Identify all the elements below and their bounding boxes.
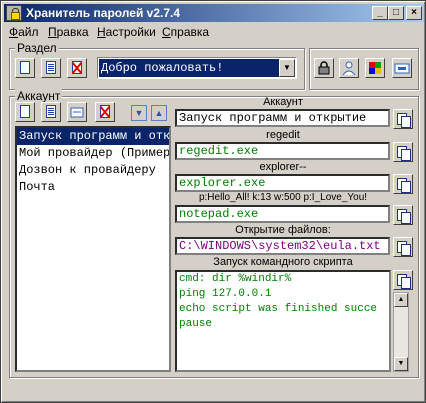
section-selected-value: Добро пожаловать! — [99, 59, 279, 77]
list-item[interactable]: Мой провайдер (Пример) — [17, 145, 169, 162]
menu-settings[interactable]: Настройки — [97, 25, 156, 39]
script-line: cmd: dir %windir% — [179, 273, 292, 285]
menu-edit[interactable]: Правка — [48, 25, 89, 39]
arrow-up-icon: ▲ — [154, 108, 164, 118]
scroll-up-icon[interactable]: ▲ — [394, 293, 408, 307]
lock-icon — [318, 61, 330, 75]
window-title: Хранитель паролей v2.7.4 — [26, 6, 181, 20]
new-document-icon — [20, 105, 30, 118]
section-select[interactable]: Добро пожаловать! ▼ — [97, 57, 297, 79]
copy-field-1-button[interactable] — [393, 142, 413, 162]
list-item[interactable]: Запуск программ и откр — [17, 128, 169, 145]
title-bar[interactable]: Хранитель паролей v2.7.4 _ □ × — [4, 4, 424, 22]
app-lock-icon — [6, 5, 22, 21]
field-value-1[interactable]: regedit.exe — [175, 142, 390, 160]
details-header: Аккаунт — [263, 96, 303, 108]
user-button[interactable] — [339, 58, 359, 78]
settings-button[interactable] — [392, 58, 412, 78]
new-account-button[interactable] — [15, 102, 35, 122]
script-line: echo script was finished succe — [179, 303, 378, 315]
list-item[interactable]: Дозвон к провайдеру — [17, 162, 169, 179]
move-up-button[interactable]: ▲ — [151, 105, 167, 121]
delete-account-button[interactable] — [95, 102, 115, 122]
account-list[interactable]: Запуск программ и откр Мой провайдер (Пр… — [15, 126, 171, 372]
lock-button[interactable] — [314, 58, 334, 78]
copy-field-4-button[interactable] — [393, 237, 413, 257]
new-section-button[interactable] — [15, 58, 35, 78]
copy-field-2-button[interactable] — [393, 174, 413, 194]
delete-document-icon — [100, 105, 110, 118]
chevron-down-icon[interactable]: ▼ — [279, 59, 295, 77]
field-label-4: Открытие файлов: — [235, 224, 331, 236]
menu-bar: Файл Правка Настройки Справка — [4, 23, 424, 41]
account-name-field[interactable]: Запуск программ и открытие — [175, 109, 390, 127]
folder-icon — [70, 107, 84, 118]
field-label-3: p:Hello_All! k:13 w:500 p:I_Love_You! — [198, 192, 368, 203]
delete-section-button[interactable] — [67, 58, 87, 78]
move-down-button[interactable]: ▼ — [131, 105, 147, 121]
field-label-1: regedit — [266, 129, 300, 141]
script-line: ping 127.0.0.1 — [179, 288, 272, 300]
user-icon — [342, 61, 356, 76]
scroll-down-icon[interactable]: ▼ — [394, 357, 408, 371]
arrow-down-icon: ▼ — [134, 108, 144, 118]
menu-help[interactable]: Справка — [162, 25, 209, 39]
copy-script-button[interactable] — [393, 270, 413, 290]
close-button[interactable]: × — [406, 6, 422, 20]
maximize-button[interactable]: □ — [388, 6, 404, 20]
edit-section-button[interactable] — [41, 58, 61, 78]
settings-icon — [394, 63, 410, 74]
minimize-button[interactable]: _ — [372, 6, 388, 20]
field-label-2: explorer-- — [259, 161, 307, 173]
list-item[interactable]: Почта — [17, 179, 169, 196]
account-legend: Аккаунт — [15, 89, 63, 103]
main-window: Хранитель паролей v2.7.4 _ □ × Файл Прав… — [0, 0, 426, 403]
palette-icon — [369, 62, 381, 74]
section-legend: Раздел — [15, 41, 59, 55]
field-label-5: Запуск командного скрипта — [213, 256, 353, 268]
edit-document-icon — [46, 61, 56, 74]
field-value-2[interactable]: explorer.exe — [175, 174, 390, 192]
script-line: pause — [179, 318, 213, 330]
edit-document-icon — [46, 105, 56, 118]
palette-button[interactable] — [365, 58, 385, 78]
field-value-4[interactable]: C:\WINDOWS\system32\eula.txt — [175, 237, 390, 255]
script-scrollbar[interactable]: ▲ ▼ — [393, 292, 409, 372]
script-textarea[interactable]: cmd: dir %windir% ping 127.0.0.1 echo sc… — [175, 270, 391, 372]
field-value-3[interactable]: notepad.exe — [175, 205, 390, 223]
new-document-icon — [20, 61, 30, 74]
delete-document-icon — [72, 61, 82, 74]
move-account-button[interactable] — [67, 102, 87, 122]
copy-name-button[interactable] — [393, 109, 413, 129]
edit-account-button[interactable] — [41, 102, 61, 122]
menu-file[interactable]: Файл — [9, 25, 39, 39]
copy-field-3-button[interactable] — [393, 205, 413, 225]
